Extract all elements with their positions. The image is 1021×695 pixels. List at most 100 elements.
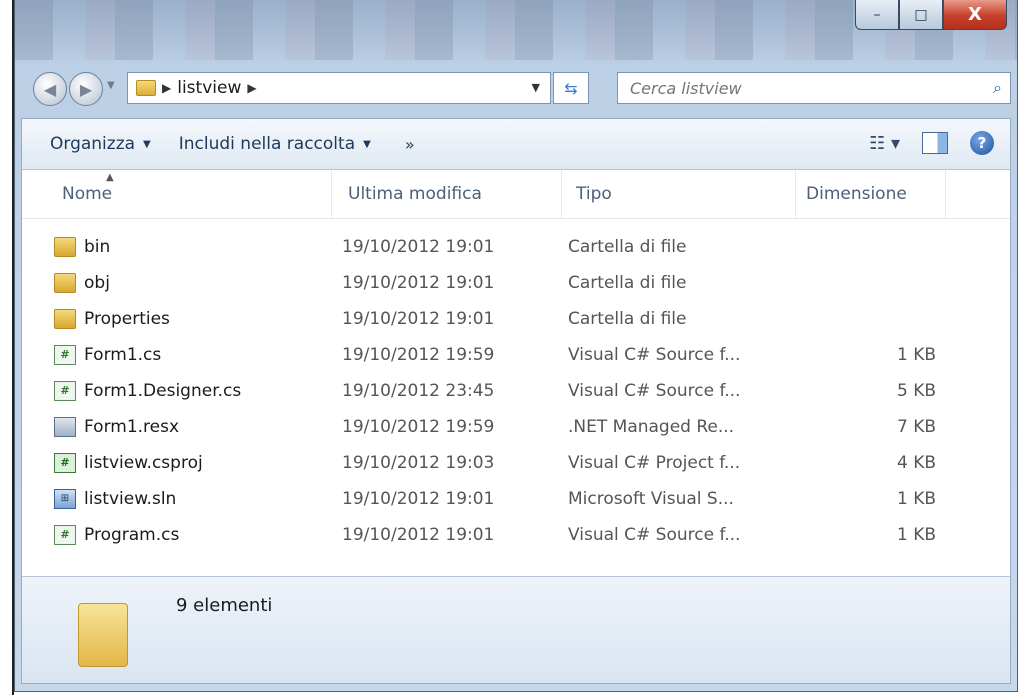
column-header-name[interactable]: Nome ▲ xyxy=(22,170,332,218)
organize-label: Organizza xyxy=(50,134,136,154)
explorer-window: – □ X ◀ ▶ ▼ ▶ listview ▶ ▼ ⇆ ⌕ Organizza… xyxy=(14,0,1018,692)
view-options-icon[interactable]: ☷ ▾ xyxy=(869,133,900,154)
refresh-icon: ⇆ xyxy=(564,78,578,98)
file-modified: 19/10/2012 19:59 xyxy=(342,345,495,365)
file-size: 1 KB xyxy=(896,525,936,545)
address-row: ◀ ▶ ▼ ▶ listview ▶ ▼ ⇆ ⌕ xyxy=(25,66,1011,112)
history-dropdown-icon[interactable]: ▼ xyxy=(107,80,115,91)
list-item[interactable]: Form1.resx 19/10/2012 19:59 .NET Managed… xyxy=(22,409,1010,445)
back-button[interactable]: ◀ xyxy=(33,72,67,106)
list-item[interactable]: ⊞ listview.sln 19/10/2012 19:01 Microsoft… xyxy=(22,481,1010,517)
sort-ascending-icon: ▲ xyxy=(106,172,114,183)
file-size: 7 KB xyxy=(896,417,936,437)
toolbar: Organizza ▼ Includi nella raccolta ▼ » ☷… xyxy=(22,119,1010,170)
breadcrumb-listview[interactable]: listview xyxy=(177,78,241,98)
chevron-down-icon: ▼ xyxy=(363,138,371,150)
minimize-button[interactable]: – xyxy=(855,0,899,30)
maximize-button[interactable]: □ xyxy=(899,0,943,30)
status-bar: 9 elementi xyxy=(22,576,1010,683)
column-header-type[interactable]: Tipo xyxy=(562,170,796,218)
column-header-modified[interactable]: Ultima modifica xyxy=(332,170,562,218)
preview-pane-icon[interactable] xyxy=(922,132,948,154)
csharp-file-icon: # xyxy=(54,525,76,545)
close-button[interactable]: X xyxy=(943,0,1007,30)
organize-button[interactable]: Organizza ▼ xyxy=(50,134,151,154)
folder-icon xyxy=(136,80,156,96)
sln-file-icon: ⊞ xyxy=(54,489,76,509)
search-icon[interactable]: ⌕ xyxy=(993,78,1002,98)
csproj-file-icon: # xyxy=(54,453,76,473)
chevron-down-icon: ▼ xyxy=(143,138,151,150)
file-size: 1 KB xyxy=(896,345,936,365)
include-label: Includi nella raccolta xyxy=(178,134,356,154)
view-controls: ☷ ▾ ? xyxy=(869,131,994,155)
more-button[interactable]: » xyxy=(405,135,415,154)
content-panel: Organizza ▼ Includi nella raccolta ▼ » ☷… xyxy=(21,118,1011,684)
column-label: Dimensione xyxy=(806,184,907,204)
file-type: .NET Managed Re... xyxy=(568,417,735,437)
file-type: Visual C# Source f... xyxy=(568,345,741,365)
column-header-size[interactable]: Dimensione xyxy=(796,170,946,218)
address-bar[interactable]: ▶ listview ▶ ▼ xyxy=(127,72,551,104)
list-item[interactable]: Properties 19/10/2012 19:01 Cartella di … xyxy=(22,301,1010,337)
column-headers: Nome ▲ Ultima modifica Tipo Dimensione xyxy=(22,170,1010,219)
file-name: Properties xyxy=(84,309,170,329)
file-modified: 19/10/2012 19:03 xyxy=(342,453,495,473)
file-type: Cartella di file xyxy=(568,273,687,293)
csharp-file-icon: # xyxy=(54,381,76,401)
folder-icon xyxy=(54,237,76,257)
file-modified: 19/10/2012 19:01 xyxy=(342,489,495,509)
file-type: Visual C# Source f... xyxy=(568,525,741,545)
file-name: Program.cs xyxy=(84,525,180,545)
forward-arrow-icon: ▶ xyxy=(79,79,93,99)
column-label: Ultima modifica xyxy=(348,184,482,204)
folder-icon xyxy=(54,309,76,329)
file-modified: 19/10/2012 19:59 xyxy=(342,417,495,437)
file-type: Visual C# Project f... xyxy=(568,453,741,473)
file-list: bin 19/10/2012 19:01 Cartella di file ob… xyxy=(22,229,1010,553)
address-dropdown-icon[interactable]: ▼ xyxy=(532,81,540,94)
file-size xyxy=(802,265,936,301)
list-item[interactable]: # Program.cs 19/10/2012 19:01 Visual C# S… xyxy=(22,517,1010,553)
list-item[interactable]: obj 19/10/2012 19:01 Cartella di file xyxy=(22,265,1010,301)
file-type: Cartella di file xyxy=(568,309,687,329)
breadcrumb-chevron-icon[interactable]: ▶ xyxy=(162,81,171,95)
file-size: 4 KB xyxy=(896,453,936,473)
list-item[interactable]: # Form1.cs 19/10/2012 19:59 Visual C# Sou… xyxy=(22,337,1010,373)
file-size xyxy=(802,301,936,337)
file-modified: 19/10/2012 19:01 xyxy=(342,309,495,329)
forward-button[interactable]: ▶ xyxy=(69,72,103,106)
list-item[interactable]: # Form1.Designer.cs 19/10/2012 23:45 Visu… xyxy=(22,373,1010,409)
file-name: listview.sln xyxy=(84,489,177,509)
folder-icon xyxy=(54,273,76,293)
file-size: 5 KB xyxy=(896,381,936,401)
list-item[interactable]: # listview.csproj 19/10/2012 19:03 Visual… xyxy=(22,445,1010,481)
file-type: Cartella di file xyxy=(568,237,687,257)
file-name: Form1.cs xyxy=(84,345,162,365)
file-name: obj xyxy=(84,273,110,293)
csharp-file-icon: # xyxy=(54,345,76,365)
file-modified: 19/10/2012 19:01 xyxy=(342,525,495,545)
back-arrow-icon: ◀ xyxy=(43,79,57,99)
file-size xyxy=(802,229,936,265)
file-type: Microsoft Visual S... xyxy=(568,489,734,509)
resx-file-icon xyxy=(54,417,76,437)
file-name: Form1.Designer.cs xyxy=(84,381,242,401)
search-input[interactable] xyxy=(618,77,962,99)
refresh-button[interactable]: ⇆ xyxy=(553,72,589,104)
breadcrumb-chevron-icon[interactable]: ▶ xyxy=(247,81,256,95)
file-size: 1 KB xyxy=(896,489,936,509)
file-modified: 19/10/2012 19:01 xyxy=(342,273,495,293)
caption-buttons: – □ X xyxy=(855,0,1007,32)
help-icon[interactable]: ? xyxy=(970,131,994,155)
include-in-library-button[interactable]: Includi nella raccolta ▼ xyxy=(179,134,371,154)
file-modified: 19/10/2012 19:01 xyxy=(342,237,495,257)
column-label: Tipo xyxy=(576,184,612,204)
file-name: Form1.resx xyxy=(84,417,180,437)
search-box[interactable]: ⌕ xyxy=(617,72,1011,104)
item-count: 9 elementi xyxy=(176,595,273,616)
background-strip xyxy=(0,0,14,695)
file-name: listview.csproj xyxy=(84,453,203,473)
folder-icon xyxy=(78,603,128,667)
list-item[interactable]: bin 19/10/2012 19:01 Cartella di file xyxy=(22,229,1010,265)
